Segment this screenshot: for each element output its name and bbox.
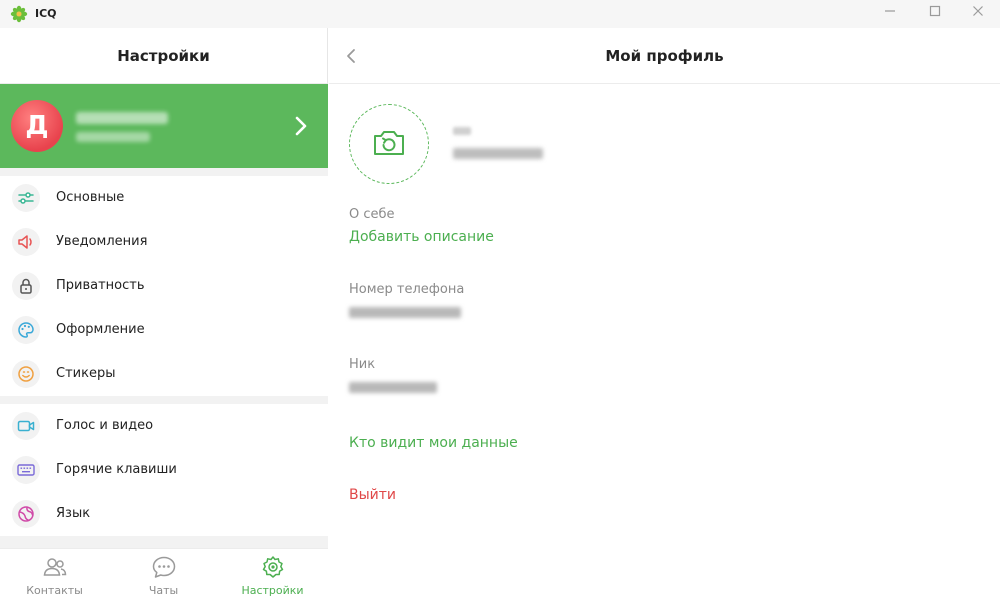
settings-group-main: Основные Уведомления Приватность Оформле… bbox=[0, 176, 328, 396]
phone-label: Номер телефона bbox=[349, 282, 465, 297]
sidebar-item-label: Язык bbox=[56, 506, 91, 521]
profile-header: Мой профиль bbox=[329, 28, 1000, 84]
app-title: ICQ bbox=[35, 7, 57, 20]
sliders-icon bbox=[12, 184, 40, 212]
nick-value-blurred bbox=[349, 382, 437, 393]
phone-value-blurred bbox=[349, 307, 461, 318]
lock-icon bbox=[12, 272, 40, 300]
profile-name-blurred bbox=[76, 112, 168, 124]
sidebar-item-label: Стикеры bbox=[56, 366, 116, 381]
minimize-button[interactable] bbox=[879, 4, 901, 24]
about-label: О себе bbox=[349, 207, 395, 222]
tab-settings[interactable]: Настройки bbox=[218, 549, 327, 601]
tab-contacts[interactable]: Контакты bbox=[0, 549, 109, 601]
tab-label: Контакты bbox=[26, 584, 83, 597]
chevron-right-icon bbox=[295, 116, 307, 136]
profile-card[interactable]: Д bbox=[0, 84, 328, 168]
smile-icon bbox=[12, 360, 40, 388]
sidebar-item-label: Основные bbox=[56, 190, 125, 205]
maximize-button[interactable] bbox=[924, 4, 946, 24]
sidebar-item-appearance[interactable]: Оформление bbox=[0, 308, 328, 352]
speaker-icon bbox=[12, 228, 40, 256]
tab-chats[interactable]: Чаты bbox=[109, 549, 218, 601]
sidebar-item-notifications[interactable]: Уведомления bbox=[0, 220, 328, 264]
group-separator bbox=[0, 536, 328, 548]
sidebar-item-hotkeys[interactable]: Горячие клавиши bbox=[0, 448, 328, 492]
sidebar-item-privacy[interactable]: Приватность bbox=[0, 264, 328, 308]
page-title: Мой профиль bbox=[605, 47, 724, 65]
add-description-link[interactable]: Добавить описание bbox=[349, 229, 494, 245]
video-camera-icon bbox=[12, 412, 40, 440]
bottom-tab-bar: Контакты Чаты Настройки bbox=[0, 548, 328, 600]
sidebar-item-stickers[interactable]: Стикеры bbox=[0, 352, 328, 396]
name-value-blurred bbox=[453, 148, 543, 159]
maximize-icon bbox=[929, 5, 941, 17]
icq-logo-icon bbox=[10, 5, 28, 23]
sidebar-item-general[interactable]: Основные bbox=[0, 176, 328, 220]
settings-gear-icon bbox=[262, 556, 284, 578]
title-bar: ICQ bbox=[0, 0, 1000, 28]
sidebar-item-voice-video[interactable]: Голос и видео bbox=[0, 404, 328, 448]
tab-label: Настройки bbox=[241, 584, 304, 597]
sidebar-item-label: Уведомления bbox=[56, 234, 148, 249]
chat-bubble-icon bbox=[152, 556, 176, 578]
contacts-icon bbox=[43, 558, 67, 576]
profile-subtitle-blurred bbox=[76, 132, 150, 142]
profile-panel: Мой профиль О себе Добавить описание Ном… bbox=[329, 28, 1000, 600]
settings-panel: Настройки Д Основные Уведомления Приватн… bbox=[0, 28, 328, 600]
add-photo-button[interactable] bbox=[349, 104, 429, 184]
sidebar-item-label: Приватность bbox=[56, 278, 145, 293]
name-label-blurred bbox=[453, 127, 471, 135]
privacy-link[interactable]: Кто видит мои данные bbox=[349, 435, 518, 451]
group-separator bbox=[0, 168, 328, 176]
logout-button[interactable]: Выйти bbox=[349, 487, 396, 503]
minimize-icon bbox=[885, 10, 895, 12]
close-icon bbox=[973, 6, 983, 16]
close-button[interactable] bbox=[967, 4, 989, 24]
palette-icon bbox=[12, 316, 40, 344]
group-separator bbox=[0, 396, 328, 404]
keyboard-icon bbox=[12, 456, 40, 484]
settings-group-extra: Голос и видео Горячие клавиши Язык bbox=[0, 404, 328, 536]
sidebar-item-language[interactable]: Язык bbox=[0, 492, 328, 536]
tab-label: Чаты bbox=[148, 584, 179, 597]
nick-label: Ник bbox=[349, 357, 376, 372]
sidebar-item-label: Голос и видео bbox=[56, 418, 154, 433]
camera-icon bbox=[374, 131, 404, 155]
sidebar-item-label: Горячие клавиши bbox=[56, 462, 177, 477]
sidebar-item-label: Оформление bbox=[56, 322, 145, 337]
globe-icon bbox=[12, 500, 40, 528]
settings-title: Настройки bbox=[0, 28, 327, 84]
avatar: Д bbox=[11, 100, 63, 152]
